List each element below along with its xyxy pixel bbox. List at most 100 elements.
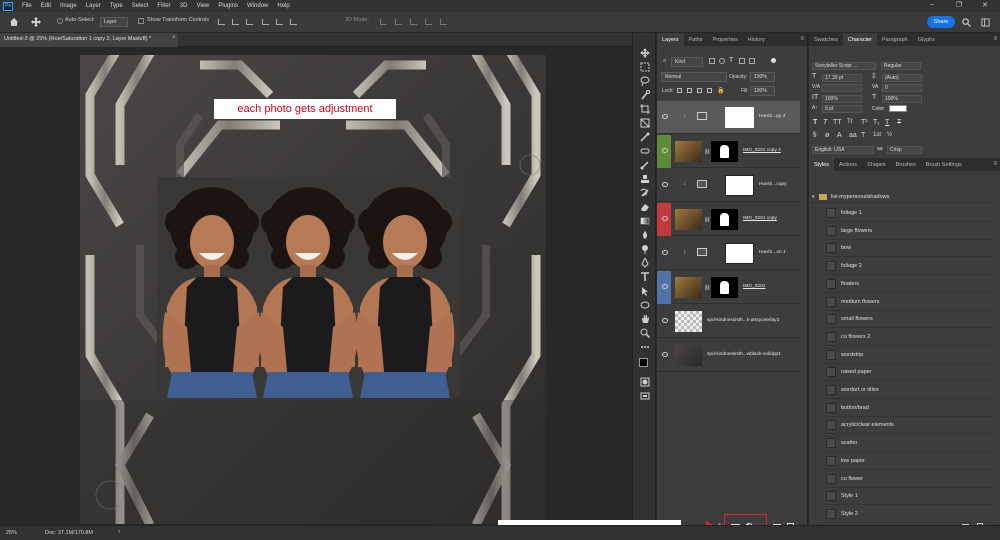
visibility-eye-icon[interactable] <box>662 284 668 289</box>
filter-search-icon[interactable]: ⌕ <box>663 58 666 65</box>
dodge-tool-icon[interactable] <box>640 244 650 254</box>
visibility-eye-icon[interactable] <box>662 216 668 221</box>
chain-link-icon[interactable]: ⛓ <box>704 285 710 291</box>
style-item[interactable]: button/brad <box>823 400 993 417</box>
language-dropdown[interactable]: English: USA <box>812 146 874 154</box>
leading-field[interactable]: (Auto) <box>882 74 922 82</box>
style-item[interactable]: wordstrip <box>823 347 993 364</box>
quick-mask-icon[interactable] <box>640 377 650 387</box>
search-icon[interactable] <box>962 18 971 27</box>
close-window-button[interactable]: ✕ <box>982 1 988 9</box>
align-bottom-icon[interactable] <box>290 19 297 25</box>
menu-layer[interactable]: Layer <box>86 3 101 9</box>
chain-link-icon[interactable]: ⛓ <box>704 217 710 223</box>
layer-name[interactable]: IMG_0201 copy <box>743 216 777 221</box>
menu-select[interactable]: Select <box>132 3 149 9</box>
screen-mode-icon[interactable] <box>640 391 650 401</box>
layer-name[interactable]: Hue/S...on 1 <box>759 250 786 255</box>
chain-link-icon[interactable]: ⛓ <box>704 149 710 155</box>
frame-tool-icon[interactable] <box>640 118 650 128</box>
photoshop-logo[interactable]: Ps <box>3 1 13 11</box>
underline-icon[interactable]: T <box>885 119 889 126</box>
3d-pan-icon[interactable] <box>410 19 417 25</box>
lock-all-icon[interactable]: 🔒 <box>717 87 724 94</box>
menu-file[interactable]: File <box>22 3 32 9</box>
subscript-icon[interactable]: T₁ <box>873 119 880 126</box>
style-item[interactable]: acrylic/clear elements <box>823 417 993 435</box>
minimize-button[interactable]: – <box>930 1 934 8</box>
layer-name[interactable]: IMG_0201 <box>743 284 765 289</box>
tab-brush-settings[interactable]: Brush Settings <box>921 158 967 171</box>
blend-mode-dropdown[interactable]: Normal <box>661 72 727 82</box>
visibility-eye-icon[interactable] <box>662 114 668 119</box>
lock-position-icon[interactable] <box>697 88 702 93</box>
tab-character[interactable]: Character <box>842 33 878 46</box>
styles-folder-row[interactable]: ▾ lisi-mypersonalshadows <box>809 191 993 203</box>
layer-row[interactable]: ⛓ IMG_0201 copy <box>657 203 800 236</box>
zoom-level[interactable]: 25% <box>6 530 17 536</box>
tab-styles[interactable]: Styles <box>809 158 834 171</box>
filter-type-icon[interactable]: T <box>729 57 733 64</box>
layer-mask-thumbnail[interactable] <box>711 141 738 162</box>
zoom-tool-icon[interactable] <box>640 328 651 339</box>
fractions-icon[interactable]: ½ <box>887 132 892 138</box>
hand-tool-icon[interactable] <box>640 314 650 324</box>
oldstyle-icon[interactable]: ø <box>825 132 829 139</box>
menu-filter[interactable]: Filter <box>157 3 170 9</box>
layer-name[interactable]: IMG_0201 copy 2 <box>743 148 781 153</box>
kind-filter-dropdown[interactable]: Kind <box>671 57 703 67</box>
menu-window[interactable]: Window <box>247 3 268 9</box>
hue-saturation-icon[interactable] <box>697 112 707 120</box>
layer-row[interactable]: ↓ Hue/S...copy <box>657 169 800 202</box>
font-family-dropdown[interactable]: Storyteller Script ... <box>812 62 876 70</box>
titling-icon[interactable]: T <box>861 132 865 139</box>
layer-mask-thumbnail[interactable] <box>711 209 738 230</box>
layer-row[interactable]: ↓ Hue/S...py 2 <box>657 101 800 134</box>
opacity-input[interactable]: 100% <box>750 72 775 82</box>
style-item[interactable]: small flowers <box>823 311 993 329</box>
layer-row[interactable]: ⛓ IMG_0201 <box>657 271 800 304</box>
align-left-icon[interactable] <box>218 19 225 25</box>
visibility-eye-icon[interactable] <box>662 318 668 323</box>
tab-paragraph[interactable]: Paragraph <box>877 33 913 46</box>
faux-italic-icon[interactable]: T <box>823 119 827 126</box>
tab-brushes[interactable]: Brushes <box>891 158 921 171</box>
photo-thumbnail[interactable] <box>675 277 702 298</box>
lock-pixels-icon[interactable] <box>687 88 692 93</box>
visibility-eye-icon[interactable] <box>662 182 668 187</box>
maximize-button[interactable]: ❐ <box>956 1 962 9</box>
crop-tool-icon[interactable] <box>640 104 650 114</box>
menu-help[interactable]: Help <box>277 3 289 9</box>
text-color-swatch[interactable] <box>889 105 907 112</box>
3d-scale-icon[interactable] <box>440 19 447 25</box>
layer-row[interactable]: spd-kindnessisth...wblack-solidpp1 <box>657 339 800 372</box>
kerning-field[interactable] <box>822 84 862 92</box>
auto-select-checkbox[interactable] <box>57 18 63 24</box>
home-icon[interactable] <box>9 17 19 27</box>
align-center-icon[interactable] <box>232 19 239 25</box>
align-right-icon[interactable] <box>246 19 253 25</box>
menu-view[interactable]: View <box>196 3 209 9</box>
layer-name[interactable]: spd-kindnessisth...k-artsyoverlay2 <box>707 318 779 323</box>
antialias-dropdown[interactable]: Crisp <box>887 146 922 154</box>
style-item[interactable]: Style 2 <box>823 506 993 523</box>
brush-tool-icon[interactable] <box>640 160 650 170</box>
style-item[interactable]: scatter <box>823 435 993 453</box>
layer-thumbnail[interactable] <box>675 345 702 366</box>
style-item[interactable]: medium flowers <box>823 294 993 311</box>
lock-artboard-icon[interactable] <box>707 88 712 93</box>
healing-brush-tool-icon[interactable] <box>640 146 650 156</box>
style-item[interactable]: cu flower <box>823 471 993 488</box>
style-item[interactable]: cu flowers 2 <box>823 329 993 346</box>
eraser-tool-icon[interactable] <box>640 202 650 212</box>
superscript-icon[interactable]: T¹ <box>861 119 868 126</box>
tab-history[interactable]: History <box>743 33 770 46</box>
layer-row[interactable]: ⛓ IMG_0201 copy 2 <box>657 135 800 168</box>
small-caps-icon[interactable]: Tt <box>847 119 852 125</box>
more-tools-icon[interactable] <box>640 342 650 352</box>
3d-roll-icon[interactable] <box>395 19 402 25</box>
filter-adjustment-icon[interactable] <box>719 58 725 64</box>
hue-saturation-icon[interactable] <box>697 180 707 188</box>
visibility-eye-icon[interactable] <box>662 148 668 153</box>
panel-menu-icon[interactable]: ≡ <box>800 36 804 42</box>
